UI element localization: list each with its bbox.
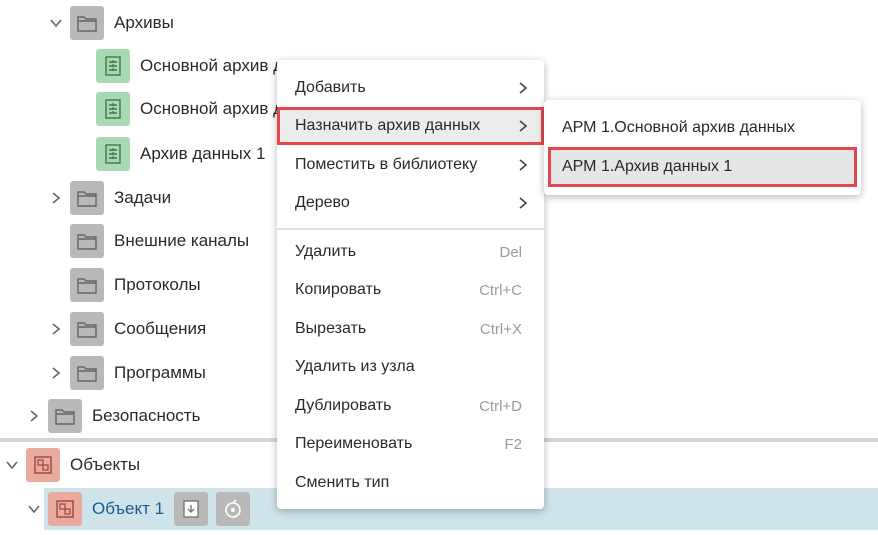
tree-node-object-1[interactable]: Объект 1: [24, 489, 251, 529]
chevron-down-icon[interactable]: [2, 455, 22, 475]
archive-icon: [96, 92, 130, 126]
menu-item-cut[interactable]: Вырезать Ctrl+X: [277, 310, 544, 348]
chevron-right-icon[interactable]: [46, 188, 66, 208]
tree-node-label: Объект 1: [92, 499, 165, 518]
tree-node-archive-1[interactable]: Архив данных 1: [96, 134, 265, 174]
menu-item-shortcut: Ctrl+X: [479, 320, 522, 338]
tree-node-label: Задачи: [114, 188, 172, 207]
menu-separator: [277, 228, 544, 230]
submenu-item-archive-1[interactable]: АРМ 1.Архив данных 1: [548, 147, 857, 187]
assign-archive-submenu: АРМ 1.Основной архив данных АРМ 1.Архив …: [544, 100, 861, 195]
chevron-right-icon: [519, 82, 528, 94]
tree-node-label: Безопасность: [92, 406, 201, 425]
menu-item-shortcut: Ctrl+C: [479, 281, 522, 299]
submenu-item-label: АРМ 1.Архив данных 1: [562, 158, 733, 175]
chevron-right-icon: [519, 159, 528, 171]
menu-item-label: Дублировать: [295, 397, 392, 414]
assigned-archive-icon[interactable]: [174, 492, 209, 526]
menu-item-shortcut: Ctrl+D: [479, 397, 522, 415]
tree-node-security[interactable]: Безопасность: [24, 396, 200, 436]
menu-item-label: Копировать: [295, 281, 382, 298]
menu-item-label: Переименовать: [295, 435, 413, 452]
submenu-item-main-archive[interactable]: АРМ 1.Основной архив данных: [544, 108, 861, 148]
menu-item-tree[interactable]: Дерево: [277, 184, 544, 222]
objects-icon: [26, 448, 60, 482]
menu-item-label: Добавить: [295, 79, 366, 96]
tree-node-protocols[interactable]: Протоколы: [70, 265, 201, 305]
menu-item-delete[interactable]: Удалить Del: [277, 233, 544, 271]
menu-item-remove-from-node[interactable]: Удалить из узла: [277, 348, 544, 386]
folder-icon: [70, 224, 104, 258]
chevron-right-icon: [519, 197, 528, 209]
archive-icon: [96, 49, 130, 83]
tree-node-messages[interactable]: Сообщения: [46, 309, 206, 349]
folder-icon: [70, 356, 104, 390]
menu-item-assign-archive[interactable]: Назначить архив данных: [277, 107, 544, 145]
menu-item-label: Сменить тип: [295, 474, 390, 491]
chevron-down-icon[interactable]: [24, 499, 44, 519]
menu-item-shortcut: F2: [504, 435, 522, 453]
tree-node-label: Сообщения: [114, 319, 207, 338]
folder-icon: [70, 268, 104, 302]
menu-item-duplicate[interactable]: Дублировать Ctrl+D: [277, 387, 544, 425]
tree-node-label: Архивы: [114, 13, 174, 32]
menu-item-change-type[interactable]: Сменить тип: [277, 464, 544, 502]
menu-item-label: Удалить: [295, 243, 357, 260]
menu-item-add[interactable]: Добавить: [277, 69, 544, 107]
folder-icon: [70, 6, 104, 40]
menu-item-put-in-library[interactable]: Поместить в библиотеку: [277, 146, 544, 184]
menu-item-label: Назначить архив данных: [295, 117, 481, 134]
menu-item-shortcut: Del: [499, 243, 522, 261]
context-menu: Добавить Назначить архив данных Поместит…: [277, 60, 544, 509]
folder-icon: [48, 399, 82, 433]
chevron-down-icon[interactable]: [46, 13, 66, 33]
chevron-right-icon[interactable]: [46, 363, 66, 383]
folder-icon: [70, 312, 104, 346]
tree-node-label: Архив данных 1: [140, 144, 266, 163]
chevron-right-icon[interactable]: [46, 319, 66, 339]
tree-node-label: Объекты: [70, 455, 141, 474]
chevron-right-icon[interactable]: [24, 406, 44, 426]
menu-item-label: Удалить из узла: [295, 358, 415, 375]
menu-item-label: Поместить в библиотеку: [295, 156, 478, 173]
tree-node-programs[interactable]: Программы: [46, 353, 206, 393]
archive-icon: [96, 137, 130, 171]
folder-icon: [70, 181, 104, 215]
menu-item-label: Вырезать: [295, 320, 367, 337]
script-icon[interactable]: [216, 492, 251, 526]
tree-node-label: Протоколы: [114, 275, 201, 294]
chevron-right-icon: [519, 120, 528, 132]
tree-node-external-channels[interactable]: Внешние каналы: [70, 221, 249, 261]
menu-item-copy[interactable]: Копировать Ctrl+C: [277, 271, 544, 309]
menu-item-label: Дерево: [295, 194, 350, 211]
tree-node-archives[interactable]: Архивы: [46, 3, 174, 43]
object-icon: [48, 492, 82, 526]
tree-node-label: Внешние каналы: [114, 231, 250, 250]
tree-node-tasks[interactable]: Задачи: [46, 178, 171, 218]
tree-node-objects[interactable]: Объекты: [2, 445, 140, 485]
menu-item-rename[interactable]: Переименовать F2: [277, 425, 544, 463]
tree-node-label: Программы: [114, 363, 206, 382]
submenu-item-label: АРМ 1.Основной архив данных: [562, 119, 795, 136]
